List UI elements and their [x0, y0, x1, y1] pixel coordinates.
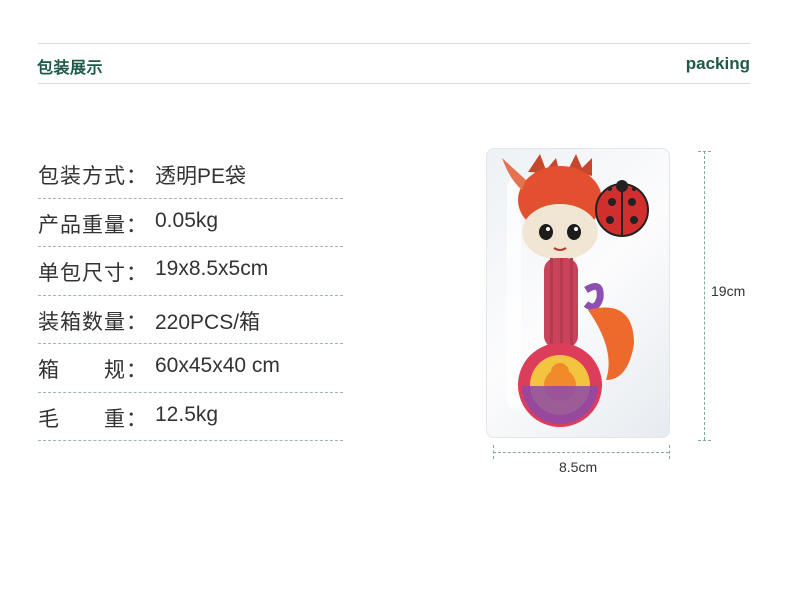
fox-rattle-toy-image — [502, 154, 649, 427]
spec-value: 12.5kg — [155, 402, 219, 426]
spec-row: 单包尺寸： 19x8.5x5cm — [38, 247, 343, 296]
width-dimension-cap — [669, 445, 670, 459]
spec-label: 单包尺寸： — [38, 261, 148, 285]
spec-label: 毛 重： — [38, 406, 148, 431]
spec-row: 产品重量： 0.05kg — [38, 199, 343, 247]
spec-label: 产品重量： — [38, 212, 148, 237]
spec-row: 毛 重： 12.5kg — [38, 393, 343, 441]
spec-list: 包装方式： 透明PE袋 产品重量： 0.05kg 单包尺寸： 19x8.5x5c… — [38, 150, 343, 441]
spec-label: 装箱数量： — [38, 309, 148, 334]
height-dimension-cap — [698, 440, 711, 441]
spec-value: 0.05kg — [155, 208, 219, 232]
spec-value: 19x8.5x5cm — [155, 257, 269, 280]
width-dimension-label: 8.5cm — [559, 459, 598, 475]
header-bottom-rule — [38, 83, 750, 84]
spec-value: 60x45x40 cm — [155, 354, 280, 377]
product-image-area: 19cm 8.5cm — [480, 140, 760, 480]
spec-row: 箱 规： 60x45x40 cm — [38, 344, 343, 393]
spec-row: 包装方式： 透明PE袋 — [38, 150, 343, 199]
spec-value: 220PCS/箱 — [155, 310, 261, 334]
spec-label: 包装方式： — [38, 164, 148, 188]
height-dimension-line — [704, 151, 705, 440]
width-dimension-line — [493, 452, 669, 453]
spec-label: 箱 规： — [38, 358, 148, 382]
section-title-cn: 包装展示 — [37, 58, 104, 77]
spec-row: 装箱数量： 220PCS/箱 — [38, 296, 343, 344]
spec-value: 透明PE袋 — [155, 165, 247, 188]
height-dimension-label: 19cm — [711, 283, 746, 299]
header-top-rule — [38, 43, 750, 44]
section-title-en: packing — [685, 54, 750, 73]
